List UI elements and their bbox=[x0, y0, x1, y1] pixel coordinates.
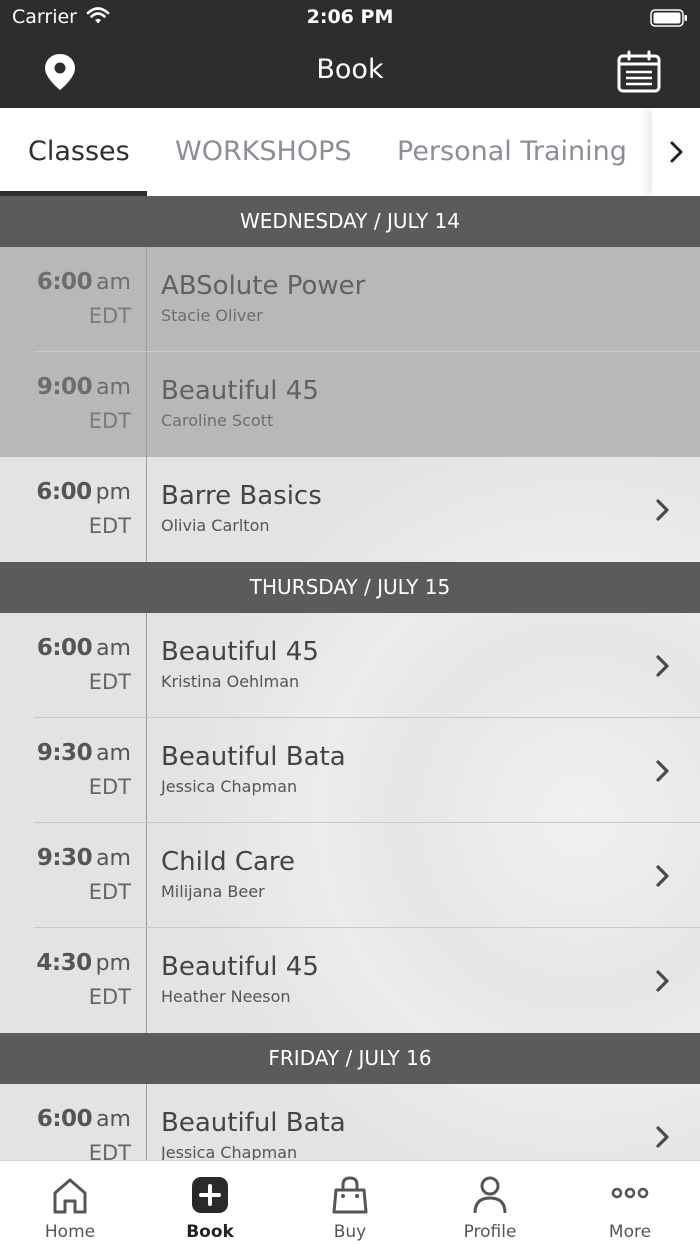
tab-workshops[interactable]: WORKSHOPS bbox=[175, 136, 352, 167]
class-time: 9:00 am bbox=[36, 374, 131, 400]
status-time: 2:06 PM bbox=[306, 6, 394, 28]
nav-bar: Book bbox=[0, 36, 700, 108]
class-timezone: EDT bbox=[88, 1141, 131, 1160]
day-header: WEDNESDAY / JULY 14 bbox=[0, 196, 700, 247]
class-timezone: EDT bbox=[88, 409, 131, 433]
tabbar-item-more[interactable]: More bbox=[560, 1161, 700, 1245]
class-instructor: Kristina Oehlman bbox=[161, 672, 300, 691]
class-name: Beautiful 45 bbox=[161, 952, 319, 982]
more-dots-icon bbox=[611, 1187, 649, 1199]
class-timezone: EDT bbox=[88, 670, 131, 694]
chevron-right-icon bbox=[656, 499, 669, 521]
tabs-scroll-right-button[interactable] bbox=[652, 108, 700, 196]
class-time: 6:00 am bbox=[36, 1106, 131, 1132]
day-header: THURSDAY / JULY 15 bbox=[0, 562, 700, 613]
plus-square-icon bbox=[192, 1177, 228, 1213]
bottom-tab-bar: Home Book Buy Profile More bbox=[0, 1160, 700, 1245]
class-row[interactable]: 4:30 pm EDT Beautiful 45 Heather Neeson bbox=[0, 928, 700, 1033]
tabbar-item-buy[interactable]: Buy bbox=[280, 1161, 420, 1245]
home-icon bbox=[53, 1178, 87, 1214]
class-timezone: EDT bbox=[88, 880, 131, 904]
tabbar-label: Buy bbox=[333, 1222, 367, 1242]
class-schedule-list: WEDNESDAY / JULY 14 6:00 am EDT ABSolute … bbox=[0, 196, 700, 1160]
tabbar-item-book[interactable]: Book bbox=[140, 1161, 280, 1245]
class-row: 9:00 am EDT Beautiful 45 Caroline Scott bbox=[0, 352, 700, 457]
class-name: Beautiful Bata bbox=[161, 1108, 346, 1138]
chevron-right-icon bbox=[656, 865, 669, 887]
chevron-right-icon bbox=[656, 1126, 669, 1148]
class-name: ABSolute Power bbox=[161, 271, 366, 301]
tab-classes[interactable]: Classes bbox=[28, 136, 130, 167]
class-timezone: EDT bbox=[88, 775, 131, 799]
category-tabs: Classes WORKSHOPS Personal Training bbox=[0, 108, 700, 196]
tabbar-label: Home bbox=[44, 1222, 96, 1242]
page-title: Book bbox=[316, 54, 384, 85]
class-timezone: EDT bbox=[88, 985, 131, 1009]
calendar-icon[interactable] bbox=[616, 50, 662, 98]
tabbar-label: More bbox=[608, 1222, 652, 1242]
class-name: Beautiful 45 bbox=[161, 637, 319, 667]
status-bar: Carrier 2:06 PM bbox=[0, 0, 700, 36]
class-row[interactable]: 9:30 am EDT Beautiful Bata Jessica Chapma… bbox=[0, 718, 700, 823]
chevron-right-icon bbox=[670, 141, 683, 163]
class-instructor: Olivia Carlton bbox=[161, 516, 270, 535]
person-icon bbox=[473, 1176, 507, 1214]
class-name: Barre Basics bbox=[161, 481, 322, 511]
class-name: Beautiful Bata bbox=[161, 742, 346, 772]
shopping-bag-icon bbox=[332, 1176, 368, 1214]
class-row[interactable]: 6:00 am EDT Beautiful 45 Kristina Oehlman bbox=[0, 613, 700, 718]
chevron-right-icon bbox=[656, 655, 669, 677]
class-instructor: Jessica Chapman bbox=[161, 1143, 298, 1160]
tabbar-item-home[interactable]: Home bbox=[0, 1161, 140, 1245]
class-instructor: Jessica Chapman bbox=[161, 777, 298, 796]
tabbar-item-profile[interactable]: Profile bbox=[420, 1161, 560, 1245]
chevron-right-icon bbox=[656, 760, 669, 782]
class-time: 6:00 pm bbox=[36, 479, 131, 505]
class-name: Child Care bbox=[161, 847, 296, 877]
class-instructor: Caroline Scott bbox=[161, 411, 274, 430]
tabbar-label: Profile bbox=[463, 1222, 517, 1242]
class-time: 6:00 am bbox=[36, 269, 131, 295]
class-row[interactable]: 6:00 pm EDT Barre Basics Olivia Carlton bbox=[0, 457, 700, 562]
class-time: 9:30 am bbox=[36, 740, 131, 766]
class-time: 9:30 am bbox=[36, 845, 131, 871]
chevron-right-icon bbox=[656, 970, 669, 992]
class-name: Beautiful 45 bbox=[161, 376, 319, 406]
tab-personal-training[interactable]: Personal Training bbox=[397, 136, 627, 167]
tabbar-label: Book bbox=[186, 1222, 234, 1242]
class-instructor: Stacie Oliver bbox=[161, 306, 263, 325]
day-header: FRIDAY / JULY 16 bbox=[0, 1033, 700, 1084]
battery-icon bbox=[650, 9, 688, 31]
class-row[interactable]: 6:00 am EDT Beautiful Bata Jessica Chapma… bbox=[0, 1084, 700, 1160]
class-timezone: EDT bbox=[88, 514, 131, 538]
class-row[interactable]: 9:30 am EDT Child Care Milijana Beer bbox=[0, 823, 700, 928]
class-instructor: Milijana Beer bbox=[161, 882, 265, 901]
class-row: 6:00 am EDT ABSolute Power Stacie Oliver bbox=[0, 247, 700, 352]
class-timezone: EDT bbox=[88, 304, 131, 328]
class-time: 6:00 am bbox=[36, 635, 131, 661]
class-time: 4:30 pm bbox=[36, 950, 131, 976]
class-instructor: Heather Neeson bbox=[161, 987, 291, 1006]
